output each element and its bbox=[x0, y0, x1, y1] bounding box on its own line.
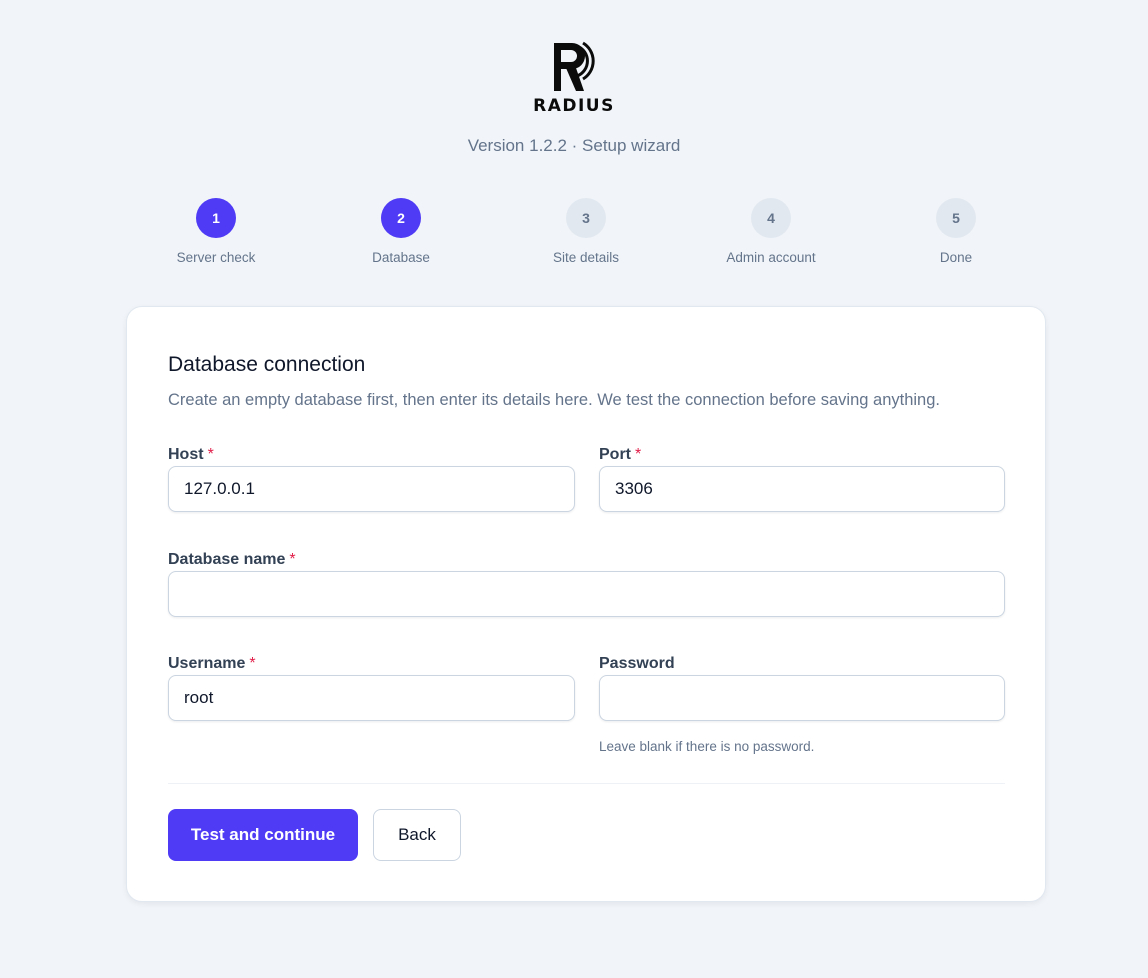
step-label: Done bbox=[939, 250, 973, 265]
database-name-input[interactable] bbox=[168, 571, 1005, 617]
step-server-check[interactable]: 1 Server check bbox=[136, 198, 296, 265]
host-field: Host * 127.0.0.1 bbox=[168, 446, 575, 512]
password-label: Password bbox=[599, 655, 675, 672]
step-number-badge: 5 bbox=[936, 198, 976, 238]
required-marker: * bbox=[289, 551, 296, 568]
host-input[interactable]: 127.0.0.1 bbox=[168, 466, 575, 512]
radius-logo-mark-icon bbox=[554, 41, 595, 91]
step-label: Admin account bbox=[726, 250, 816, 265]
port-field: Port * 3306 bbox=[599, 446, 1005, 512]
wizard-steps: 1 Server check 2 Database 3 Site details… bbox=[0, 198, 1148, 278]
brand-name: RADIUS bbox=[533, 96, 615, 116]
database-name-label: Database name bbox=[168, 551, 286, 568]
step-number-badge: 1 bbox=[196, 198, 236, 238]
test-and-continue-button[interactable]: Test and continue bbox=[168, 809, 358, 861]
step-done: 5 Done bbox=[876, 198, 1036, 265]
password-hint: Leave blank if there is no password. bbox=[599, 739, 815, 754]
host-label: Host bbox=[168, 446, 204, 463]
card-title: Database connection bbox=[168, 353, 366, 376]
step-site-details: 3 Site details bbox=[506, 198, 666, 265]
port-input[interactable]: 3306 bbox=[599, 466, 1005, 512]
required-marker: * bbox=[249, 655, 256, 672]
version-line: Version 1.2.2 · Setup wizard bbox=[467, 136, 681, 155]
password-field: Password Leave blank if there is no pass… bbox=[599, 655, 1005, 754]
required-marker: * bbox=[207, 446, 214, 463]
step-label: Server check bbox=[176, 250, 256, 265]
card-description: Create an empty database first, then ent… bbox=[168, 391, 940, 409]
radius-logo: RADIUS bbox=[0, 40, 1148, 116]
username-field: Username * root bbox=[168, 655, 575, 721]
step-label: Site details bbox=[552, 250, 620, 265]
step-database[interactable]: 2 Database bbox=[321, 198, 481, 265]
password-input[interactable] bbox=[599, 675, 1005, 721]
step-number-badge: 4 bbox=[751, 198, 791, 238]
step-label: Database bbox=[372, 250, 430, 265]
form-divider bbox=[168, 783, 1005, 784]
required-marker: * bbox=[635, 446, 642, 463]
username-label: Username bbox=[168, 655, 246, 672]
port-label: Port bbox=[599, 446, 631, 463]
username-input[interactable]: root bbox=[168, 675, 575, 721]
database-name-field: Database name * bbox=[168, 551, 1005, 617]
back-button[interactable]: Back bbox=[373, 809, 461, 861]
step-number-badge: 3 bbox=[566, 198, 606, 238]
step-admin-account: 4 Admin account bbox=[691, 198, 851, 265]
database-connection-card: Database connection Create an empty data… bbox=[126, 306, 1046, 902]
step-number-badge: 2 bbox=[381, 198, 421, 238]
